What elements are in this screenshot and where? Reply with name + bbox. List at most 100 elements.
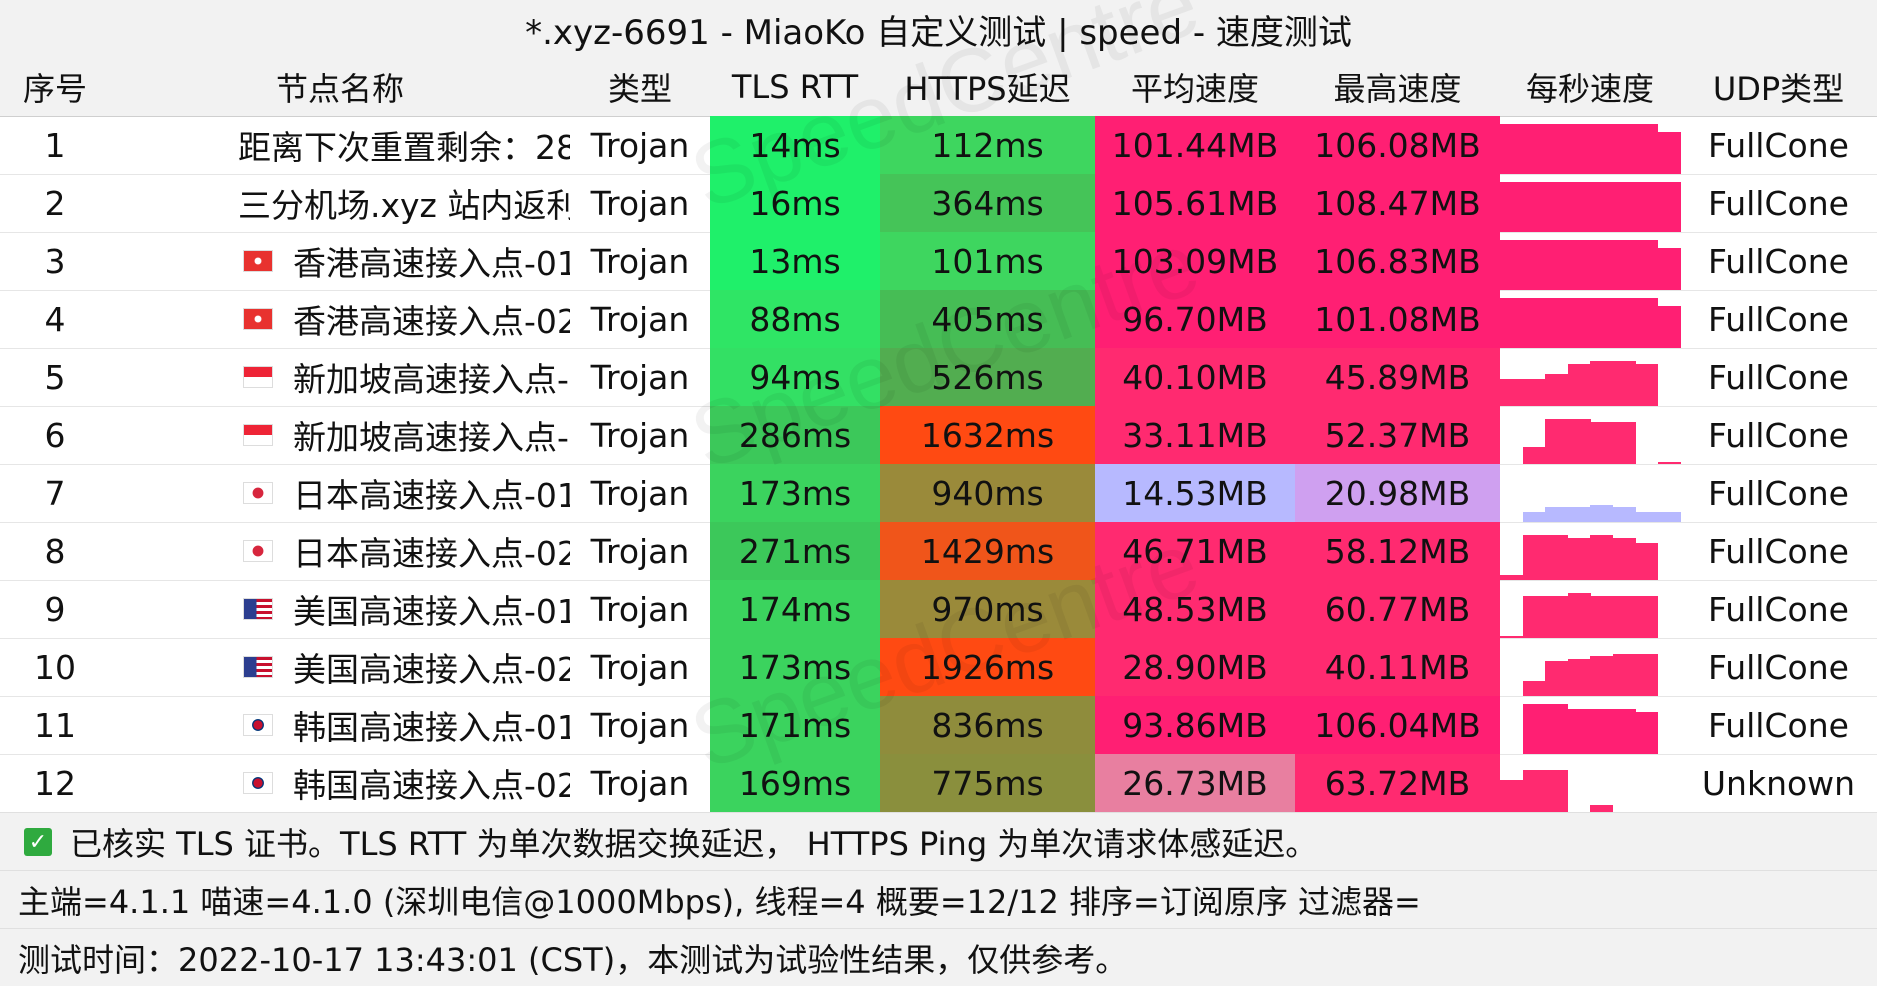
- cell-avg-speed-text: 96.70MB: [1122, 299, 1268, 339]
- sparkline-bar: [1612, 507, 1636, 522]
- cell-node-name: 日本高速接入点-01: [110, 464, 570, 522]
- cell-avg-speed-text: 26.73MB: [1122, 763, 1268, 803]
- sparkline-bar: [1635, 124, 1658, 174]
- sparkline-bar: [1545, 240, 1568, 290]
- cell-index: 11: [0, 696, 110, 754]
- cell-max-speed-text: 45.89MB: [1324, 357, 1471, 397]
- sparkline-bar: [1657, 247, 1681, 290]
- cell-udp-type: FullCone: [1680, 348, 1877, 406]
- cell-https-latency: 101ms: [880, 232, 1095, 290]
- cell-type-text: Trojan: [590, 415, 690, 455]
- cell-https-latency-text: 940ms: [931, 473, 1044, 513]
- sparkline-bar: [1522, 240, 1546, 290]
- sparkline-bar: [1635, 182, 1658, 232]
- sparkline-bar: [1612, 124, 1636, 174]
- cell-tls-rtt-text: 14ms: [749, 125, 841, 165]
- cell-max-speed: 106.08MB: [1295, 116, 1500, 174]
- cell-avg-speed: 93.86MB: [1095, 696, 1295, 754]
- per-second-speed-sparkline: [1500, 754, 1680, 812]
- sparkline-bar: [1590, 240, 1613, 290]
- table-row: 10 美国高速接入点-02 Trojan 173ms 1926ms 28.90MB 40.1…: [0, 638, 1877, 697]
- footer-line-1: 已核实 TLS 证书。TLS RTT 为单次数据交换延迟， HTTPS Ping…: [70, 825, 1318, 863]
- cell-index: 2: [0, 174, 110, 232]
- sparkline-bar: [1522, 512, 1546, 522]
- col-type: 类型: [607, 70, 672, 108]
- cell-https-latency-text: 1632ms: [920, 415, 1055, 455]
- per-second-speed-sparkline: [1500, 406, 1681, 464]
- table-row: 7 日本高速接入点-01 Trojan 173ms 940ms 14.53MB 20.98M…: [0, 464, 1877, 523]
- cell-udp-type-text: FullCone: [1708, 531, 1849, 571]
- per-second-speed-sparkline: [1500, 348, 1680, 406]
- sparkline-bar: [1612, 361, 1636, 406]
- cell-type: Trojan: [570, 290, 710, 348]
- cell-index: 9: [0, 580, 110, 638]
- cell-udp-type: FullCone: [1680, 406, 1877, 464]
- sparkline-bar: [1590, 804, 1613, 812]
- cell-avg-speed: 46.71MB: [1095, 522, 1295, 580]
- per-second-speed-sparkline: [1500, 580, 1680, 638]
- cell-type-text: Trojan: [590, 183, 690, 223]
- cell-udp-type: FullCone: [1680, 580, 1877, 638]
- cell-node-name: 香港高速接入点-01: [110, 232, 570, 290]
- sparkline-bar: [1545, 298, 1568, 348]
- sparkline-bar: [1590, 182, 1613, 232]
- cell-index-text: 4: [44, 299, 66, 339]
- cell-index: 7: [0, 464, 110, 522]
- cell-avg-speed-text: 46.71MB: [1122, 531, 1268, 571]
- sparkline-bar: [1657, 512, 1681, 522]
- cell-https-latency: 526ms: [880, 348, 1095, 406]
- hk-flag-icon: [243, 308, 273, 330]
- cell-tls-rtt: 169ms: [710, 754, 880, 812]
- footer-tls-note: ✓ 已核实 TLS 证书。TLS RTT 为单次数据交换延迟， HTTPS Pi…: [0, 812, 1877, 871]
- cell-udp-type-text: FullCone: [1708, 299, 1849, 339]
- sparkline-bar: [1612, 709, 1636, 754]
- sg-flag-icon: [243, 424, 273, 446]
- cell-max-speed: 108.47MB: [1295, 174, 1500, 232]
- cell-udp-type: FullCone: [1680, 638, 1877, 696]
- cell-node-name-text: 新加坡高速接入点-01: [293, 360, 570, 399]
- sparkline-bar: [1522, 298, 1546, 348]
- cell-type: Trojan: [570, 754, 710, 812]
- cell-udp-type-text: FullCone: [1708, 357, 1849, 397]
- sparkline-bar: [1545, 595, 1568, 638]
- cell-node-name-text: 韩国高速接入点-02: [293, 766, 570, 805]
- cell-index-text: 3: [44, 241, 66, 281]
- sparkline-bar: [1612, 595, 1636, 638]
- cell-type: Trojan: [570, 464, 710, 522]
- sparkline-bar: [1545, 704, 1568, 754]
- sparkline-bar: [1522, 535, 1546, 580]
- cell-type-text: Trojan: [590, 473, 690, 513]
- col-udp-type: UDP类型: [1712, 70, 1845, 108]
- cell-avg-speed: 40.10MB: [1095, 348, 1295, 406]
- cell-type: Trojan: [570, 232, 710, 290]
- sparkline-bar: [1590, 595, 1613, 638]
- sparkline-bar: [1545, 769, 1568, 812]
- cell-type: Trojan: [570, 116, 710, 174]
- cell-index-text: 7: [44, 473, 66, 513]
- col-https-latency: HTTPS延迟: [904, 70, 1071, 108]
- cell-node-name: 日本高速接入点-02: [110, 522, 570, 580]
- cell-avg-speed-text: 33.11MB: [1122, 415, 1268, 455]
- cell-avg-speed: 33.11MB: [1095, 406, 1295, 464]
- cell-index-text: 10: [34, 647, 76, 687]
- cell-max-speed-text: 40.11MB: [1324, 647, 1471, 687]
- cell-tls-rtt-text: 94ms: [749, 357, 841, 397]
- cell-index: 3: [0, 232, 110, 290]
- cell-udp-type-text: FullCone: [1708, 183, 1849, 223]
- cell-tls-rtt-text: 171ms: [738, 705, 852, 745]
- cell-avg-speed: 48.53MB: [1095, 580, 1295, 638]
- cell-node-name-text: 新加坡高速接入点-02: [293, 418, 570, 457]
- cell-index-text: 8: [44, 531, 66, 571]
- cell-max-speed-text: 52.37MB: [1324, 415, 1471, 455]
- cell-https-latency: 1632ms: [880, 406, 1095, 464]
- cell-tls-rtt: 271ms: [710, 522, 880, 580]
- cell-udp-type: FullCone: [1680, 696, 1877, 754]
- cell-max-speed: 60.77MB: [1295, 580, 1500, 638]
- sparkline-bar: [1500, 182, 1523, 232]
- sparkline-bar: [1612, 240, 1636, 290]
- cell-udp-type: FullCone: [1680, 116, 1877, 174]
- cell-https-latency-text: 1926ms: [920, 647, 1055, 687]
- cell-udp-type: Unknown: [1680, 754, 1877, 812]
- sparkline-bar: [1522, 595, 1546, 638]
- hk-flag-icon: [243, 250, 273, 272]
